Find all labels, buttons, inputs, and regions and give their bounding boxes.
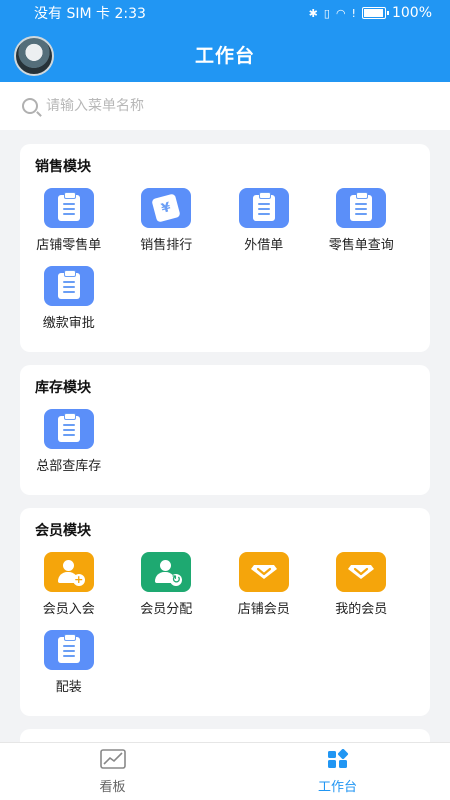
menu-item[interactable]: 配装: [20, 630, 118, 708]
clipboard-icon: [57, 634, 80, 663]
vibrate-icon: ▯: [323, 6, 330, 20]
avatar[interactable]: [14, 36, 54, 76]
price-tag-icon: ¥: [151, 193, 181, 223]
status-right: ✱ ▯ ◠ ! 100%: [309, 5, 432, 21]
menu-item[interactable]: + 会员入会: [20, 552, 118, 630]
bluetooth-icon: ✱: [308, 6, 318, 20]
module-grid: 总部查库存: [20, 409, 430, 487]
menu-tile[interactable]: ¥: [141, 188, 192, 228]
menu-item[interactable]: 我的会员: [313, 552, 411, 630]
menu-item-label: 会员分配: [140, 602, 193, 617]
module-card: 销售模块店铺零售单 ¥ 销售排行 外借单 零售单查询缴款审批: [20, 144, 430, 352]
tab-label: 看板: [99, 779, 126, 795]
menu-item[interactable]: 零售单查询: [313, 188, 411, 266]
search-icon: [22, 98, 38, 114]
menu-item-label: 销售排行: [140, 238, 193, 253]
diamond-icon: [250, 564, 278, 580]
menu-item[interactable]: 外借单: [215, 188, 313, 266]
module-card: 会员模块 + 会员入会 ↻ 会员分配 店铺会员 我的会员配装: [20, 508, 430, 716]
menu-item[interactable]: 总部查库存: [20, 409, 118, 487]
carrier-text: 没有 SIM 卡: [34, 6, 110, 22]
module-title: 销售模块: [35, 159, 91, 175]
menu-item[interactable]: 店铺会员: [215, 552, 313, 630]
search-input[interactable]: [46, 98, 406, 114]
menu-item-label: 配装: [55, 680, 82, 695]
menu-item-label: 零售单查询: [328, 238, 394, 253]
search-bar[interactable]: [0, 82, 450, 130]
battery-percent: 100%: [391, 5, 432, 21]
alert-icon: !: [351, 6, 356, 20]
diamond-icon: [347, 564, 375, 580]
workbench-icon: [327, 748, 349, 773]
module-card: 库存模块 总部查库存: [20, 365, 430, 495]
clipboard-icon: [350, 192, 373, 221]
clipboard-icon: [57, 270, 80, 299]
menu-item[interactable]: 缴款审批: [20, 266, 118, 344]
battery-fill: [363, 9, 383, 17]
menu-tile[interactable]: ↻: [141, 552, 192, 592]
module-grid: 店铺零售单 ¥ 销售排行 外借单 零售单查询缴款审批: [20, 188, 430, 344]
title-bar: 工作台: [0, 26, 450, 82]
assign-member-icon: ↻: [153, 559, 183, 586]
page-title: 工作台: [194, 44, 255, 67]
menu-tile[interactable]: +: [43, 552, 94, 592]
menu-tile[interactable]: [43, 409, 94, 449]
menu-tile[interactable]: [43, 630, 94, 670]
menu-item[interactable]: ↻ 会员分配: [118, 552, 216, 630]
clipboard-icon: [57, 192, 80, 221]
module-title: 会员模块: [35, 523, 91, 539]
bottom-tab-bar: 看板 工作台: [0, 742, 450, 800]
menu-item-label: 总部查库存: [36, 459, 102, 474]
tab-chart[interactable]: 看板: [0, 743, 225, 800]
menu-tile[interactable]: [43, 188, 94, 228]
module-grid: + 会员入会 ↻ 会员分配 店铺会员 我的会员配装: [20, 552, 430, 708]
menu-tile[interactable]: [336, 552, 387, 592]
clipboard-icon: [57, 413, 80, 442]
menu-item-label: 我的会员: [335, 602, 388, 617]
battery-icon: [361, 7, 389, 19]
menu-tile[interactable]: [238, 188, 289, 228]
clock-text: 2:33: [114, 6, 146, 22]
module-card: 移动办公: [20, 729, 430, 742]
tab-workbench[interactable]: 工作台: [225, 743, 450, 800]
menu-tile[interactable]: [43, 266, 94, 306]
module-list[interactable]: 销售模块店铺零售单 ¥ 销售排行 外借单 零售单查询缴款审批库存模块总部查库存会员模块 +…: [0, 130, 450, 742]
menu-item[interactable]: 店铺零售单: [20, 188, 118, 266]
menu-tile[interactable]: [336, 188, 387, 228]
menu-item-label: 会员入会: [42, 602, 95, 617]
status-left: 没有 SIM 卡 2:33: [34, 3, 146, 23]
app-header: 没有 SIM 卡 2:33 ✱ ▯ ◠ ! 100% 工作台: [0, 0, 450, 82]
wifi-icon: ◠: [335, 6, 346, 20]
clipboard-icon: [252, 192, 275, 221]
add-member-icon: +: [56, 559, 85, 586]
status-bar: 没有 SIM 卡 2:33 ✱ ▯ ◠ ! 100%: [0, 0, 450, 26]
menu-item-label: 店铺会员: [237, 602, 290, 617]
menu-item-label: 缴款审批: [42, 316, 95, 331]
menu-item-label: 店铺零售单: [36, 238, 102, 253]
menu-item[interactable]: ¥ 销售排行: [118, 188, 216, 266]
tab-label: 工作台: [317, 779, 357, 795]
module-title: 库存模块: [35, 380, 91, 396]
menu-item-label: 外借单: [244, 238, 284, 253]
chart-icon: [99, 748, 126, 773]
menu-tile[interactable]: [238, 552, 289, 592]
